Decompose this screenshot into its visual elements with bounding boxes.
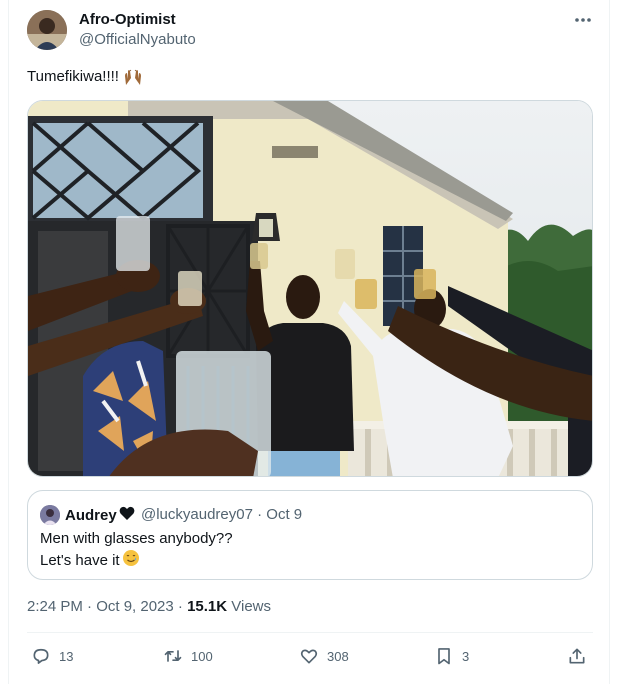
smiling-face-with-tear-emoji-icon	[122, 549, 140, 573]
black-heart-emoji-icon	[119, 506, 135, 526]
quoted-text-line2: Let's have it	[40, 549, 140, 573]
actions-divider	[27, 632, 593, 633]
heart-icon	[300, 649, 318, 664]
retweet-button[interactable]: 100	[163, 645, 213, 667]
author-display-name[interactable]: Afro-Optimist	[79, 11, 176, 29]
author-handle[interactable]: @OfficialNyabuto	[79, 31, 196, 49]
quoted-avatar-image	[40, 505, 60, 525]
reply-button[interactable]: 13	[31, 645, 73, 667]
quoted-handle-date: @luckyaudrey07 · Oct 9	[141, 506, 303, 523]
share-icon	[569, 648, 585, 664]
more-options-icon[interactable]	[571, 10, 595, 30]
tweet-text-content: Tumefikiwa!!!!	[27, 68, 119, 85]
group-toast-photo	[28, 101, 592, 476]
tweet-timestamp[interactable]: 2:24 PM · Oct 9, 2023 · 15.1K Views	[27, 597, 271, 617]
raising-hands-emoji-icon	[123, 67, 143, 87]
like-button[interactable]: 308	[299, 645, 349, 667]
timestamp-time-date: 2:24 PM · Oct 9, 2023 ·	[27, 598, 188, 615]
quoted-tweet[interactable]: Audrey @luckyaudrey07 · Oct 9 Men with g…	[27, 490, 593, 580]
views-count: 15.1K	[187, 598, 228, 615]
views-label: Views	[227, 598, 272, 615]
bookmark-button[interactable]: 3	[434, 645, 469, 667]
avatar-image	[27, 10, 67, 50]
bookmark-icon	[438, 648, 450, 665]
tweet-text: Tumefikiwa!!!!	[27, 67, 143, 87]
reply-icon	[33, 648, 49, 664]
retweet-count: 100	[191, 648, 213, 664]
like-count: 308	[327, 648, 349, 664]
ellipsis-icon	[575, 18, 591, 22]
quoted-author-name[interactable]: Audrey	[65, 506, 135, 526]
quoted-author-name-text: Audrey	[65, 507, 117, 524]
bookmark-count: 3	[462, 648, 470, 664]
quoted-text-line2-content: Let's have it	[40, 552, 120, 569]
quoted-author-avatar[interactable]	[40, 505, 60, 525]
share-button[interactable]	[567, 645, 587, 667]
reply-count: 13	[59, 648, 74, 664]
quoted-text-line1: Men with glasses anybody??	[40, 530, 233, 547]
tweet-card: Afro-Optimist @OfficialNyabuto Tumefikiw…	[8, 0, 610, 684]
retweet-icon	[164, 650, 182, 662]
author-avatar[interactable]	[27, 10, 67, 50]
tweet-photo[interactable]	[27, 100, 593, 477]
